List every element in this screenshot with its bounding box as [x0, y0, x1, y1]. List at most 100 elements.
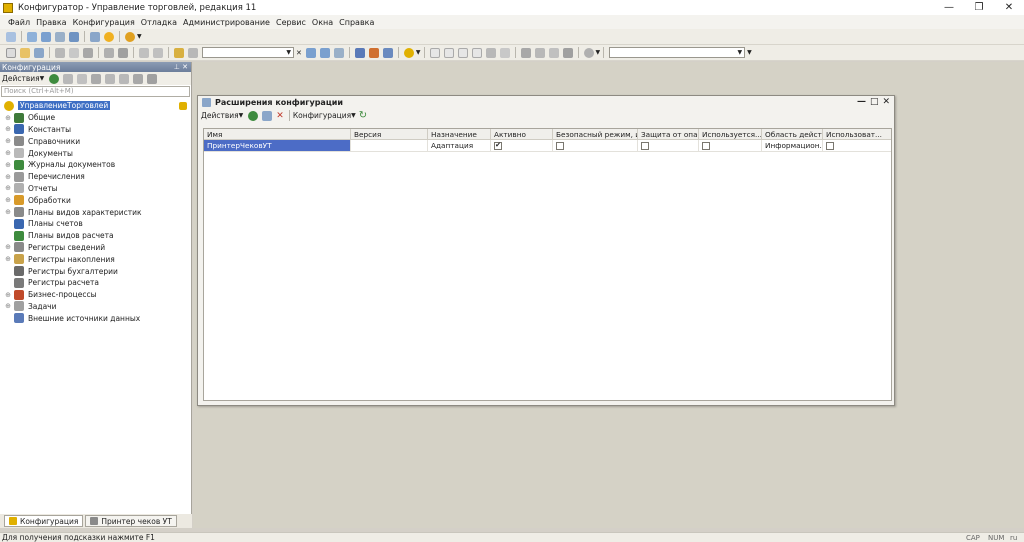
- column-purpose[interactable]: Назначение: [428, 129, 491, 139]
- replace-icon[interactable]: [333, 47, 344, 58]
- protection-checkbox[interactable]: [641, 141, 649, 150]
- comment-icon[interactable]: [457, 47, 468, 58]
- tree-item[interactable]: ⊕ Перечисления: [0, 171, 191, 183]
- syntax-check-icon[interactable]: [368, 47, 379, 58]
- chevron-down-icon[interactable]: ▼: [351, 112, 356, 119]
- menu-debug[interactable]: Отладка: [141, 18, 177, 27]
- paste-icon[interactable]: [83, 47, 93, 58]
- column-used[interactable]: Используется...: [699, 129, 762, 139]
- cell-scope[interactable]: Информацион...: [762, 140, 823, 151]
- compare-config-icon[interactable]: [55, 31, 65, 42]
- dialog-actions-menu[interactable]: Действия: [201, 111, 239, 120]
- cell-name[interactable]: ПринтерЧековУТ: [204, 140, 351, 151]
- expand-icon[interactable]: ⊕: [4, 184, 12, 192]
- column-name[interactable]: Имя: [204, 129, 351, 139]
- cell-used[interactable]: [699, 140, 762, 151]
- indent-icon[interactable]: [429, 47, 440, 58]
- cell-use[interactable]: [823, 140, 891, 151]
- filter-icon[interactable]: [147, 73, 158, 84]
- dialog-maximize-button[interactable]: □: [870, 97, 879, 107]
- clear-icon[interactable]: ✕: [296, 49, 302, 57]
- expand-icon[interactable]: ⊕: [4, 149, 12, 157]
- close-button[interactable]: ✕: [994, 0, 1024, 15]
- edit-icon[interactable]: [63, 73, 74, 84]
- column-active[interactable]: Активно: [491, 129, 553, 139]
- dialog-close-button[interactable]: ✕: [882, 97, 890, 107]
- add-icon[interactable]: [49, 73, 60, 84]
- tab-printer-extension[interactable]: Принтер чеков УТ: [85, 515, 177, 527]
- redo-icon[interactable]: [153, 47, 163, 58]
- tree-item[interactable]: ⊕ Планы видов характеристик: [0, 206, 191, 218]
- tree-item[interactable]: Внешние источники данных: [0, 312, 191, 324]
- bookmark-next-icon[interactable]: [499, 47, 510, 58]
- cell-protection[interactable]: [638, 140, 699, 151]
- add-icon[interactable]: [248, 110, 259, 121]
- chevron-down-icon[interactable]: ▼: [736, 49, 745, 56]
- tab-configuration[interactable]: Конфигурация: [4, 515, 84, 527]
- preview-icon[interactable]: [118, 47, 128, 58]
- print-icon[interactable]: [104, 47, 114, 58]
- menu-windows[interactable]: Окна: [312, 18, 333, 27]
- move-up-icon[interactable]: [105, 73, 116, 84]
- expand-icon[interactable]: ⊕: [4, 302, 12, 310]
- sort-icon[interactable]: [133, 73, 144, 84]
- tree-item[interactable]: ⊕ Задачи: [0, 301, 191, 313]
- template-icon[interactable]: [534, 47, 545, 58]
- actions-menu[interactable]: Действия: [2, 74, 40, 83]
- repository-icon[interactable]: [69, 31, 79, 42]
- refresh-icon[interactable]: ↻: [359, 110, 367, 121]
- menu-help[interactable]: Справка: [339, 18, 374, 27]
- clock-icon[interactable]: [583, 47, 594, 58]
- save-icon[interactable]: [34, 47, 44, 58]
- copy-icon[interactable]: [77, 73, 88, 84]
- new-file-icon[interactable]: [6, 47, 16, 58]
- tree-item[interactable]: ⊕ Бизнес-процессы: [0, 289, 191, 301]
- tree-root[interactable]: УправлениеТорговлей: [4, 100, 191, 112]
- expand-icon[interactable]: ⊕: [4, 291, 12, 299]
- find-next-icon[interactable]: [305, 47, 316, 58]
- minimize-button[interactable]: —: [934, 0, 964, 15]
- dialog-minimize-button[interactable]: —: [857, 97, 866, 107]
- used-checkbox[interactable]: [702, 141, 710, 150]
- save-config-icon[interactable]: [27, 31, 37, 42]
- properties-icon[interactable]: [262, 110, 273, 121]
- delete-icon[interactable]: ✕: [276, 111, 284, 121]
- find-prev-icon[interactable]: [319, 47, 330, 58]
- tree-item[interactable]: Планы счетов: [0, 218, 191, 230]
- tree-item[interactable]: ⊕ Документы: [0, 147, 191, 159]
- cell-version[interactable]: [351, 140, 428, 151]
- use-checkbox[interactable]: [826, 141, 834, 150]
- expand-icon[interactable]: ⊕: [4, 208, 12, 216]
- column-protection[interactable]: Защита от опас...: [638, 129, 699, 139]
- expand-icon[interactable]: ⊕: [4, 196, 12, 204]
- tree-item[interactable]: ⊕ Общие: [0, 112, 191, 124]
- menu-administration[interactable]: Администрирование: [183, 18, 270, 27]
- menu-configuration[interactable]: Конфигурация: [73, 18, 135, 27]
- table-row[interactable]: ПринтерЧековУТ Адаптация ✔ Информацион..…: [204, 140, 891, 152]
- module-icon[interactable]: [382, 47, 393, 58]
- undo-icon[interactable]: [139, 47, 149, 58]
- column-version[interactable]: Версия: [351, 129, 428, 139]
- chevron-down-icon[interactable]: ▼: [137, 33, 142, 40]
- chevron-down-icon[interactable]: ▼: [747, 49, 752, 56]
- tree-item[interactable]: ⊕ Регистры накопления: [0, 253, 191, 265]
- menu-file[interactable]: Файл: [8, 18, 30, 27]
- update-db-icon[interactable]: [41, 31, 51, 42]
- tree-item[interactable]: ⊕ Константы: [0, 124, 191, 136]
- safe-mode-checkbox[interactable]: [556, 141, 564, 150]
- expand-icon[interactable]: ⊕: [4, 161, 12, 169]
- form-icon[interactable]: [520, 47, 531, 58]
- column-scope[interactable]: Область дейст...: [762, 129, 823, 139]
- tree-item[interactable]: Регистры расчета: [0, 277, 191, 289]
- chevron-down-icon[interactable]: ▼: [416, 49, 421, 56]
- cell-purpose[interactable]: Адаптация: [428, 140, 491, 151]
- expand-icon[interactable]: ⊕: [4, 173, 12, 181]
- copy-icon[interactable]: [69, 47, 79, 58]
- cut-icon[interactable]: [55, 47, 65, 58]
- expand-icon[interactable]: ⊕: [4, 114, 12, 122]
- menu-edit[interactable]: Правка: [36, 18, 66, 27]
- table-icon[interactable]: [562, 47, 573, 58]
- search-input[interactable]: Поиск (Ctrl+Alt+M): [1, 86, 190, 97]
- search-combo[interactable]: ▼: [202, 47, 294, 58]
- chevron-down-icon[interactable]: ▼: [284, 49, 293, 56]
